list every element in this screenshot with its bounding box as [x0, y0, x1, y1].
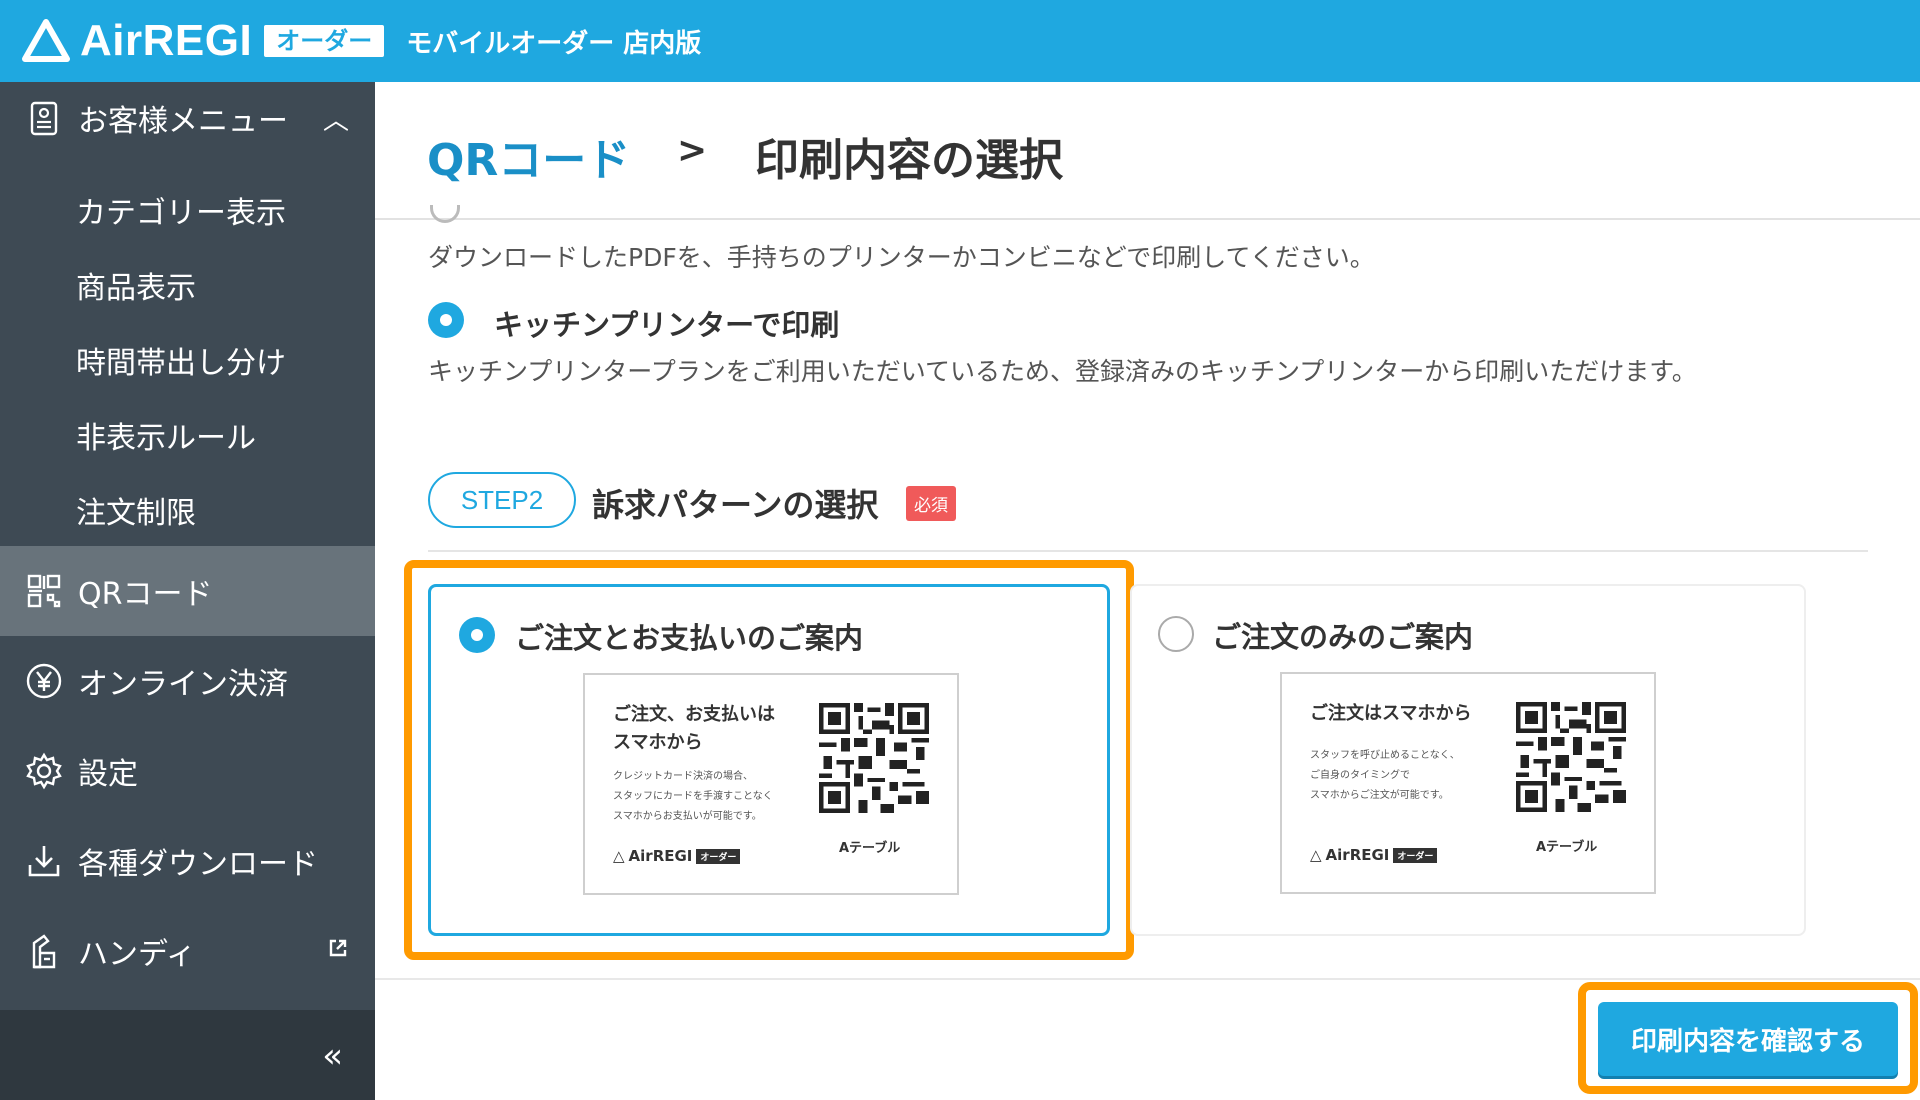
preview-table-name: Aテーブル [1536, 840, 1598, 855]
breadcrumb: QRコード > 印刷内容の選択 [375, 82, 1920, 220]
appeal-option-card-order-payment[interactable]: ご注文とお支払いのご案内 ご注文、お支払いは スマホから クレジットカード決済の… [428, 584, 1110, 936]
footer-divider [375, 978, 1920, 980]
sidebar-item-online-payment[interactable]: オンライン決済 [0, 636, 375, 726]
breadcrumb-separator: > [677, 130, 708, 171]
sidebar-item-label: お客様メニュー [78, 104, 288, 139]
qr-code-image [1516, 702, 1626, 812]
sidebar-item-label: 各種ダウンロード [78, 847, 318, 882]
preview-logo-triangle-icon: △ [613, 847, 625, 865]
step2-badge: STEP2 [428, 472, 576, 528]
external-link-icon [327, 937, 349, 965]
sidebar-item-handy[interactable]: ハンディ [0, 906, 375, 996]
gear-icon [22, 749, 66, 793]
preview-body-line: スタッフを呼び止めることなく、 [1310, 750, 1460, 761]
sidebar-subitem-time-split[interactable]: 時間帯出し分け [76, 338, 286, 382]
preview-heading-line: スマホから [613, 732, 703, 753]
preview-body-line: クレジットカード決済の場合、 [613, 771, 753, 782]
preview-heading: ご注文、お支払いは スマホから [613, 701, 813, 757]
preview-logo-text: AirREGI [1325, 846, 1390, 864]
sidebar: お客様メニュー ︿ カテゴリー表示 商品表示 時間帯出し分け 非表示ルール 注文… [0, 82, 375, 1100]
airregi-logo-icon [22, 19, 70, 63]
qr-code-image [819, 703, 929, 813]
menu-card-icon [22, 96, 66, 140]
preview-heading-line: ご注文、お支払いは [613, 704, 775, 725]
sidebar-item-qr-code[interactable]: QRコード [0, 546, 375, 636]
appeal-radio-unselected[interactable] [1158, 616, 1194, 652]
sidebar-subitem-order-limit[interactable]: 注文制限 [76, 488, 196, 532]
preview-body: クレジットカード決済の場合、 スタッフにカードを手渡すことなく スマホからお支払… [613, 767, 823, 827]
sidebar-item-customer-menu[interactable]: お客様メニュー ︿ [0, 82, 375, 154]
preview-body-line: ご自身のタイミングで [1310, 770, 1410, 781]
download-description: ダウンロードしたPDFを、手持ちのプリンターかコンビニなどで印刷してください。 [428, 243, 1375, 272]
divider [428, 550, 1868, 552]
preview-logo: △ AirREGI オーダー [613, 847, 741, 865]
preview-heading: ご注文はスマホから [1310, 700, 1510, 728]
preview-logo-badge: オーダー [1393, 847, 1438, 863]
preview-body-line: スマホからお支払いが可能です。 [613, 811, 762, 822]
kitchen-printer-option-label[interactable]: キッチンプリンターで印刷 [494, 302, 839, 344]
breadcrumb-link-qr[interactable]: QRコード [427, 124, 630, 188]
preview-body: スタッフを呼び止めることなく、 ご自身のタイミングで スマホからご注文が可能です… [1310, 746, 1520, 806]
sidebar-item-label: オンライン決済 [78, 667, 288, 702]
kitchen-printer-description: キッチンプリンタープランをご利用いただいているため、登録済みのキッチンプリンター… [428, 357, 1697, 386]
kitchen-printer-radio[interactable] [428, 302, 464, 338]
required-badge: 必須 [906, 486, 956, 521]
yen-icon [22, 659, 66, 703]
appeal-radio-selected[interactable] [459, 617, 495, 653]
page-title: 印刷内容の選択 [755, 135, 1063, 186]
sidebar-item-label: ハンディ [78, 937, 196, 972]
qr-code-icon [22, 569, 66, 613]
preview-logo-badge: オーダー [696, 848, 741, 864]
preview-table-name: Aテーブル [839, 841, 901, 856]
brand-name: AirREGI [80, 16, 253, 65]
top-bar: AirREGI オーダー モバイルオーダー 店内版 [0, 0, 1920, 82]
preview-body-line: スタッフにカードを手渡すことなく [613, 791, 773, 802]
chevron-up-icon[interactable]: ︿ [323, 100, 349, 137]
poster-preview: ご注文、お支払いは スマホから クレジットカード決済の場合、 スタッフにカードを… [583, 673, 959, 895]
sidebar-item-downloads[interactable]: 各種ダウンロード [0, 816, 375, 906]
step2-title: 訴求パターンの選択 [592, 486, 879, 524]
brand-badge: オーダー [264, 25, 385, 57]
preview-logo-triangle-icon: △ [1310, 846, 1322, 864]
download-icon [22, 839, 66, 883]
app-subtitle: モバイルオーダー 店内版 [406, 28, 702, 59]
sidebar-item-label: 設定 [78, 757, 138, 792]
handy-device-icon [22, 929, 66, 973]
download-radio[interactable] [430, 205, 460, 223]
appeal-option-title: ご注文とお支払いのご案内 [515, 621, 864, 655]
sidebar-subitem-category[interactable]: カテゴリー表示 [76, 188, 286, 232]
preview-logo: △ AirREGI オーダー [1310, 846, 1438, 864]
appeal-option-title: ご注文のみのご案内 [1212, 620, 1474, 654]
double-chevron-left-icon[interactable]: « [322, 1036, 343, 1076]
preview-heading-line: ご注文はスマホから [1310, 703, 1472, 724]
sidebar-item-label: QRコード [78, 577, 213, 612]
preview-logo-text: AirREGI [628, 847, 693, 865]
sidebar-subitem-hide-rules[interactable]: 非表示ルール [76, 413, 256, 457]
preview-body-line: スマホからご注文が可能です。 [1310, 790, 1449, 801]
appeal-option-card-order-only[interactable]: ご注文のみのご案内 ご注文はスマホから スタッフを呼び止めることなく、 ご自身の… [1130, 584, 1806, 936]
confirm-print-button[interactable]: 印刷内容を確認する [1598, 1002, 1898, 1076]
sidebar-collapse-bar[interactable]: « [0, 1010, 375, 1100]
sidebar-subitem-product[interactable]: 商品表示 [76, 263, 196, 307]
poster-preview: ご注文はスマホから スタッフを呼び止めることなく、 ご自身のタイミングで スマホ… [1280, 672, 1656, 894]
sidebar-item-settings[interactable]: 設定 [0, 726, 375, 816]
